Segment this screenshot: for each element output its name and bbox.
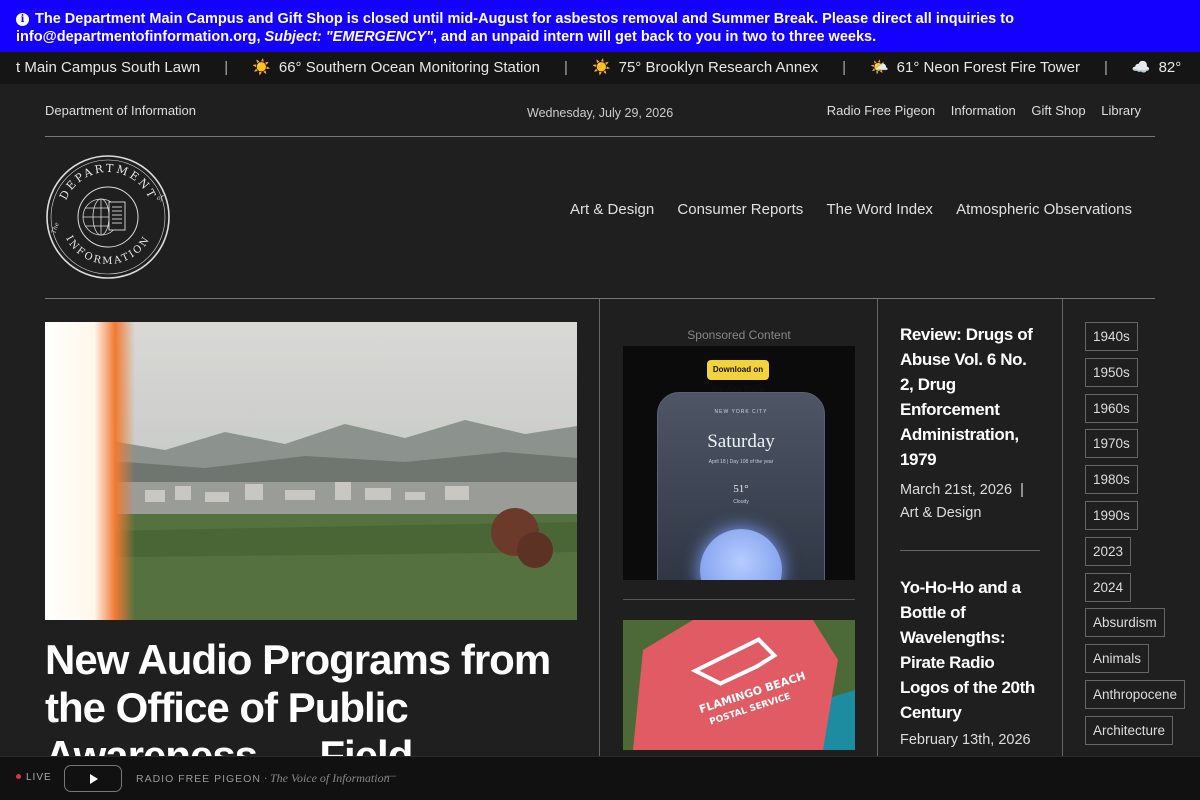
ticker-item-text: 61° Neon Forest Fire Tower <box>896 59 1080 76</box>
ad-city: NEW YORK CITY <box>714 409 768 415</box>
tag-2023[interactable]: 2023 <box>1085 536 1132 566</box>
tag-1950s[interactable]: 1950s <box>1085 357 1138 387</box>
ticker-track: t Main Campus South Lawn | ☀️ 66° Southern … <box>0 52 1200 84</box>
ticker-item-text: 75° Brooklyn Research Annex <box>618 59 819 76</box>
tag-1990s[interactable]: 1990s <box>1085 500 1138 530</box>
app-store-badge[interactable]: Download on the App Store <box>707 360 769 394</box>
cloud-icon: ☁️ <box>1131 59 1151 76</box>
site-name[interactable]: Department of Information <box>45 103 196 118</box>
radio-player: LIVE RADIO FREE PIGEON · The Voice of In… <box>0 756 1200 800</box>
ad-temperature: 51° <box>733 483 749 495</box>
sun-icon: ☀️ <box>591 59 611 76</box>
article-category[interactable]: Art & Design <box>900 505 981 521</box>
utility-link-information[interactable]: Information <box>951 103 1016 118</box>
utility-link-radio-free-pigeon[interactable]: Radio Free Pigeon <box>827 103 935 118</box>
article-title[interactable]: Review: Drugs of Abuse Vol. 6 No. 2, Dru… <box>900 322 1040 472</box>
article-date: March 21st, 2026 <box>900 482 1013 498</box>
ticker-item: 🌤️ 61° Neon Forest Fire Tower <box>846 52 1104 84</box>
utility-link-gift-shop[interactable]: Gift Shop <box>1031 103 1085 118</box>
track-placeholder: — <box>385 770 396 782</box>
tag-absurdism[interactable]: Absurdism <box>1085 608 1165 638</box>
station-name: RADIO FREE PIGEON <box>136 773 261 785</box>
article-date: February 13th, 2026 <box>900 732 1031 748</box>
tshirt-photo[interactable]: FLAMINGO BEACH POSTAL SERVICE <box>623 620 855 750</box>
sponsored-ad[interactable]: Download on the App Store NEW YORK CITY … <box>623 346 855 580</box>
tshirt-image: FLAMINGO BEACH POSTAL SERVICE <box>623 620 855 750</box>
tag-list: 1940s 1950s 1960s 1970s 1980s 1990s 2023… <box>1085 322 1186 752</box>
utility-link-library[interactable]: Library <box>1101 103 1141 118</box>
tag-1940s[interactable]: 1940s <box>1085 322 1138 351</box>
nav-art-design[interactable]: Art & Design <box>570 201 654 218</box>
tag-1970s[interactable]: 1970s <box>1085 429 1138 459</box>
article-meta: February 13th, 2026 <box>900 729 1040 752</box>
article-card[interactable]: Review: Drugs of Abuse Vol. 6 No. 2, Dru… <box>900 322 1040 525</box>
play-button[interactable] <box>64 765 122 792</box>
weather-orb-icon <box>700 529 782 580</box>
column-divider <box>599 299 600 759</box>
ticker-item: ☁️ 82° <box>1108 52 1200 84</box>
ticker-item-text: t Main Campus South Lawn <box>16 59 201 76</box>
ticker-item: t Main Campus South Lawn <box>0 52 224 84</box>
play-icon <box>90 774 98 784</box>
info-icon: i <box>16 13 29 26</box>
station-separator: · <box>260 771 270 785</box>
nav-consumer-reports[interactable]: Consumer Reports <box>677 201 803 218</box>
book-icon <box>108 201 126 231</box>
tag-architecture[interactable]: Architecture <box>1085 715 1174 745</box>
ad-day: Saturday <box>707 431 775 452</box>
tag-anthropocene[interactable]: Anthropocene <box>1085 679 1186 709</box>
masthead: DEPARTMENT INFORMATION The of Art & Desi… <box>45 137 1155 299</box>
logo-bottom-text: INFORMATION <box>63 234 150 267</box>
nav-word-index[interactable]: The Word Index <box>826 201 932 218</box>
department-logo[interactable]: DEPARTMENT INFORMATION The of <box>45 154 171 280</box>
live-dot-icon <box>16 774 21 779</box>
utility-nav: Radio Free Pigeon Information Gift Shop … <box>815 103 1141 118</box>
divider <box>623 599 855 600</box>
live-label: LIVE <box>26 772 52 783</box>
current-date: Wednesday, July 29, 2026 <box>527 106 674 120</box>
column-divider <box>1062 299 1063 759</box>
ticker-item-text: 66° Southern Ocean Monitoring Station <box>278 59 541 76</box>
tag-2024[interactable]: 2024 <box>1085 572 1132 602</box>
top-bar: Department of Information Wednesday, Jul… <box>45 84 1155 137</box>
tag-animals[interactable]: Animals <box>1085 644 1150 674</box>
divider <box>900 550 1040 551</box>
partly-sunny-icon: 🌤️ <box>869 59 889 76</box>
article-meta: March 21st, 2026 | Art & Design <box>900 479 1040 525</box>
sun-icon: ☀️ <box>252 59 271 76</box>
article-card[interactable]: Yo-Ho-Ho and a Bottle of Wavelengths: Pi… <box>900 575 1040 752</box>
ticker-item: ☀️ 66° Southern Ocean Monitoring Station <box>228 52 564 84</box>
landscape-photo <box>45 322 577 620</box>
alert-text-after: , and an unpaid intern will get back to … <box>432 29 877 45</box>
svg-text:INFORMATION: INFORMATION <box>63 234 153 267</box>
ad-condition: Cloudy <box>733 499 749 505</box>
tag-1980s[interactable]: 1980s <box>1085 465 1138 495</box>
article-title[interactable]: Yo-Ho-Ho and a Bottle of Wavelengths: Pi… <box>900 575 1040 725</box>
meta-separator: | <box>1020 482 1024 498</box>
hero-image[interactable] <box>45 322 577 620</box>
alert-banner: i The Department Main Campus and Gift Sho… <box>0 0 1200 52</box>
logo-of-text: of <box>157 195 165 202</box>
tag-1960s[interactable]: 1960s <box>1085 393 1138 423</box>
live-indicator: LIVE <box>16 772 52 783</box>
column-divider <box>877 299 878 759</box>
station-info: RADIO FREE PIGEON · The Voice of Informa… <box>136 771 390 786</box>
ad-date-line: April 18 | Day 108 of the year <box>708 459 774 465</box>
ticker-item-text: 82° <box>1158 59 1182 76</box>
ticker-item: ☀️ 75° Brooklyn Research Annex <box>568 52 842 84</box>
main-nav: Art & Design Consumer Reports The Word I… <box>551 201 1132 218</box>
weather-ticker: t Main Campus South Lawn | ☀️ 66° Southern … <box>0 52 1200 84</box>
nav-atmospheric-observations[interactable]: Atmospheric Observations <box>956 201 1132 218</box>
station-tagline: The Voice of Information <box>269 771 390 785</box>
alert-subject[interactable]: Subject: "EMERGENCY" <box>265 29 433 45</box>
phone-mockup: NEW YORK CITY Saturday April 18 | Day 10… <box>657 392 825 580</box>
sponsored-label: Sponsored Content <box>687 328 791 342</box>
logo-the-text: The <box>50 221 61 235</box>
